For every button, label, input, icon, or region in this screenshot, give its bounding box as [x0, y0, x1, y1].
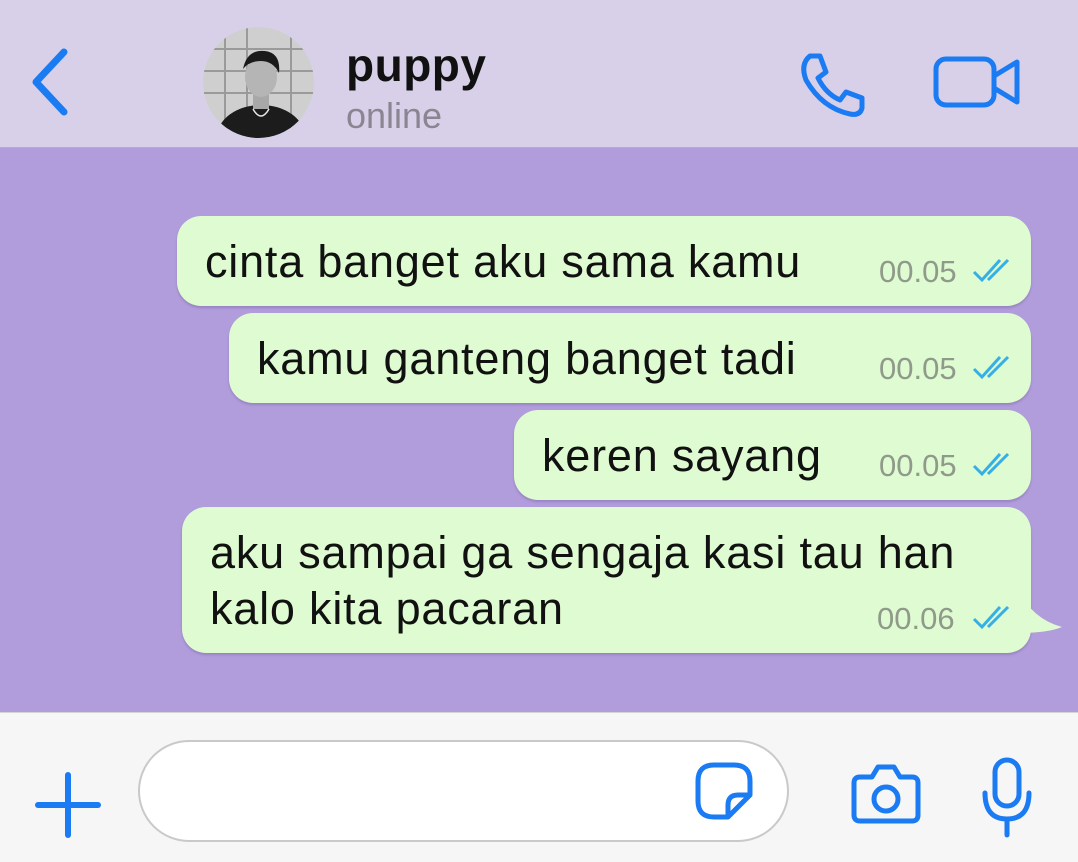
message-list[interactable]: cinta banget aku sama kamu 00.05 kamu ga… [0, 149, 1078, 712]
back-button[interactable] [26, 44, 76, 120]
message-time: 00.05 [879, 448, 957, 483]
message-time: 00.05 [879, 254, 957, 289]
contact-avatar[interactable] [203, 27, 314, 138]
voice-message-button[interactable] [980, 757, 1034, 839]
video-call-button[interactable] [933, 52, 1021, 112]
message-bubble[interactable]: kamu ganteng banget tadi 00.05 [229, 313, 1031, 403]
chevron-left-icon [32, 48, 68, 116]
add-attachment-button[interactable] [34, 771, 102, 839]
camera-icon [851, 764, 921, 824]
message-bubble[interactable]: keren sayang 00.05 [514, 410, 1031, 500]
composer-bar [0, 712, 1078, 862]
read-ticks-icon [972, 258, 1010, 283]
read-ticks-icon [972, 355, 1010, 380]
video-camera-icon [933, 56, 1020, 108]
read-ticks-icon [972, 605, 1010, 630]
message-time: 00.06 [877, 601, 955, 636]
sticker-icon [695, 762, 753, 820]
microphone-icon [982, 757, 1032, 838]
plus-icon [35, 772, 101, 838]
voice-call-button[interactable] [796, 50, 868, 120]
message-input[interactable] [138, 740, 789, 842]
bubble-tail [1018, 589, 1062, 633]
phone-icon [801, 53, 865, 117]
message-bubble[interactable]: cinta banget aku sama kamu 00.05 [177, 216, 1031, 306]
message-time: 00.05 [879, 351, 957, 386]
sticker-button[interactable] [694, 761, 754, 821]
contact-name[interactable]: puppy [346, 38, 486, 92]
message-text: keren sayang [542, 430, 822, 481]
contact-status: online [346, 95, 443, 136]
message-text: cinta banget aku sama kamu [205, 236, 802, 287]
message-text-line: aku sampai ga sengaja kasi tau han [210, 527, 956, 578]
message-bubble[interactable]: aku sampai ga sengaja kasi tau han kalo … [182, 507, 1031, 653]
camera-button[interactable] [850, 763, 922, 825]
chat-header: puppy online [0, 0, 1078, 148]
message-text: kamu ganteng banget tadi [257, 333, 797, 384]
avatar-photo [203, 27, 314, 138]
message-text-line: kalo kita pacaran [210, 583, 564, 634]
read-ticks-icon [972, 452, 1010, 477]
